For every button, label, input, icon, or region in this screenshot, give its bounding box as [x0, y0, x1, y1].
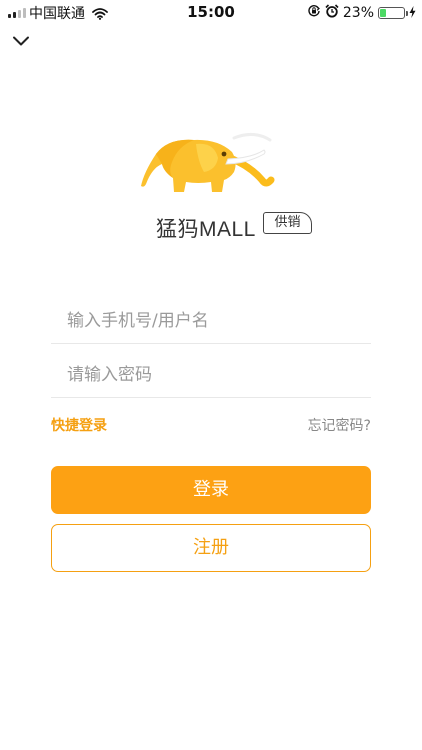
forgot-password-link[interactable]: 忘记密码? — [308, 415, 371, 435]
chevron-down-icon — [10, 33, 32, 52]
orientation-lock-icon — [307, 3, 321, 22]
alarm-icon — [325, 3, 339, 22]
password-input[interactable] — [51, 352, 371, 398]
close-chevron-button[interactable] — [10, 33, 36, 55]
status-right: 23% — [307, 3, 416, 22]
quick-login-link[interactable]: 快捷登录 — [51, 415, 107, 435]
phone-username-input[interactable] — [51, 298, 371, 344]
battery-icon — [378, 6, 408, 19]
battery-percent: 23% — [342, 4, 374, 21]
elephant-logo — [138, 128, 278, 202]
brand-name: 猛犸MALL — [156, 218, 256, 241]
brand-tag: 供销 — [263, 212, 312, 234]
status-bar: 中国联通 15:00 23% — [0, 0, 422, 24]
charging-icon — [409, 3, 416, 22]
register-button[interactable]: 注册 — [51, 524, 371, 572]
login-button[interactable]: 登录 — [51, 466, 371, 514]
battery-level-fill — [380, 8, 386, 17]
